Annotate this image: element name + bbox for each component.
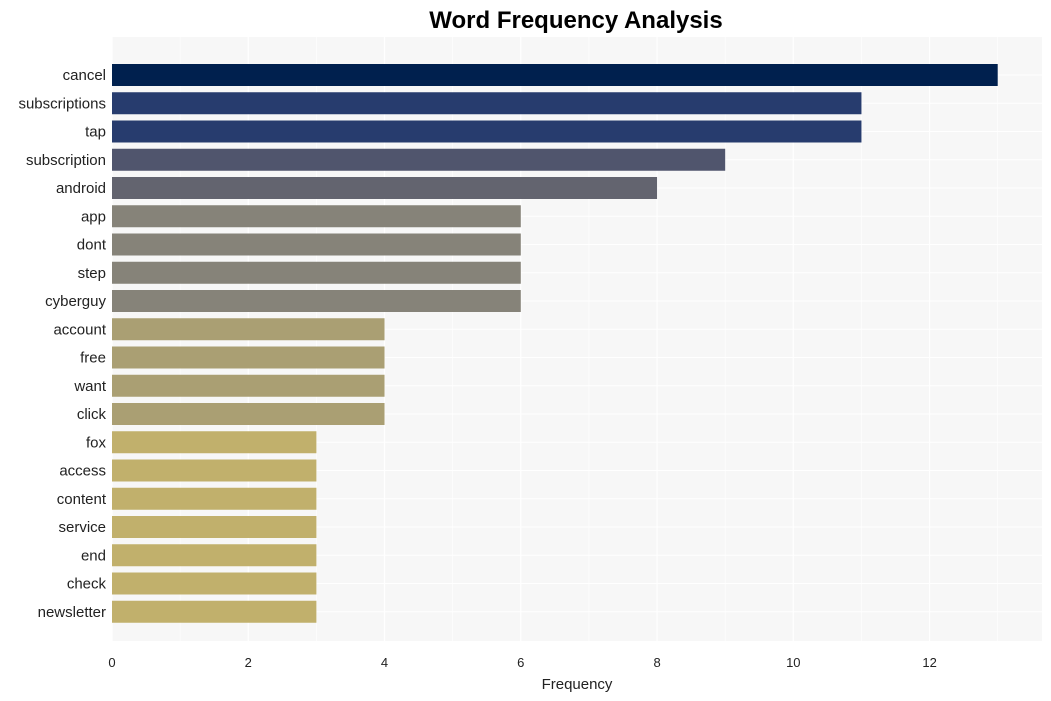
- y-tick-label: click: [77, 406, 107, 423]
- x-tick-label: 2: [245, 655, 252, 670]
- y-tick-label: access: [59, 463, 106, 480]
- y-tick-label: tap: [85, 124, 106, 141]
- bar-cyberguy: [112, 290, 521, 312]
- chart-title: Word Frequency Analysis: [429, 7, 722, 34]
- x-tick-label: 10: [786, 655, 800, 670]
- x-tick-label: 12: [922, 655, 936, 670]
- bar-cancel: [112, 64, 998, 86]
- bar-app: [112, 205, 521, 228]
- bar-tap: [112, 120, 862, 143]
- word-frequency-chart: Word Frequency Analysis cancel subscripti…: [18, 7, 1042, 693]
- bar-content: [112, 487, 317, 510]
- y-tick-label: end: [81, 547, 106, 564]
- x-axis-label: Frequency: [542, 676, 613, 693]
- x-tick-label: 4: [381, 655, 388, 670]
- bar-fox: [112, 431, 317, 454]
- bar-end: [112, 544, 317, 567]
- y-tick-label: want: [73, 378, 107, 395]
- bar-subscription: [112, 148, 726, 171]
- bar-free: [112, 346, 385, 369]
- bar-dont: [112, 233, 521, 256]
- bar-step: [112, 261, 521, 284]
- bar-want: [112, 374, 385, 397]
- bar-account: [112, 318, 385, 341]
- y-tick-label: step: [78, 265, 106, 282]
- y-tick-label: android: [56, 180, 106, 197]
- y-tick-label: account: [53, 321, 106, 338]
- x-tick-label: 8: [653, 655, 660, 670]
- y-tick-label: dont: [77, 237, 107, 254]
- y-tick-label: content: [57, 491, 107, 508]
- bar-click: [112, 403, 385, 425]
- y-tick-label: app: [81, 208, 106, 225]
- x-tick-label: 0: [108, 655, 115, 670]
- bar-service: [112, 516, 317, 538]
- bar-access: [112, 459, 317, 482]
- y-tick-label: service: [58, 519, 106, 536]
- bar-newsletter: [112, 600, 317, 623]
- bar-check: [112, 572, 317, 595]
- y-tick-label: cyberguy: [45, 293, 106, 310]
- y-tick-label: subscriptions: [18, 95, 106, 112]
- bar-subscriptions: [112, 92, 862, 115]
- x-axis-ticks: 0 2 4 6 8 10 12: [108, 655, 936, 670]
- y-tick-label: cancel: [63, 67, 106, 84]
- y-tick-label: newsletter: [38, 604, 106, 621]
- bar-android: [112, 177, 658, 199]
- y-axis-labels: cancel subscriptions tap subscription androi…: [18, 67, 106, 621]
- y-tick-label: subscription: [26, 152, 106, 169]
- y-tick-label: fox: [86, 434, 107, 451]
- x-tick-label: 6: [517, 655, 524, 670]
- y-tick-label: check: [67, 576, 107, 593]
- y-tick-label: free: [80, 350, 106, 367]
